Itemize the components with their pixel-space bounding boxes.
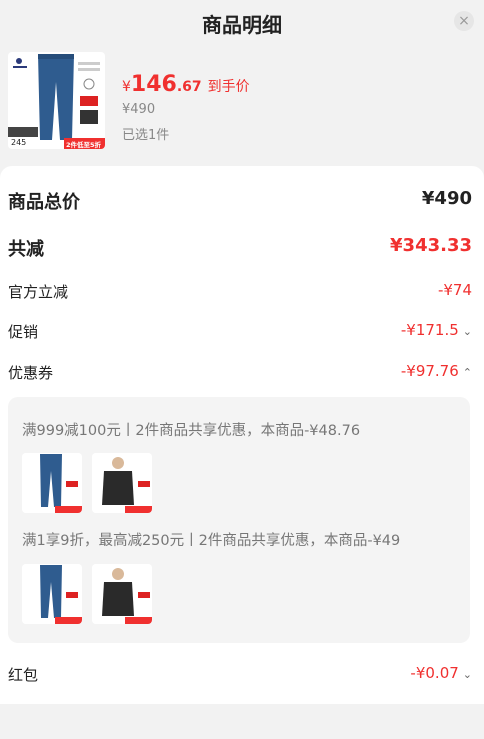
price-tag: 到手价 (207, 79, 250, 95)
price-breakdown-card: 商品总价 ¥490 共减 ¥343.33 官方立减 -¥74 促销 -¥171.… (0, 166, 484, 704)
price-decimal: .67 (176, 79, 202, 95)
product-summary: 245 2件低至5折 ¥146.67 到手价 ¥490 已选1件 (0, 44, 484, 154)
original-price: ¥490 (122, 102, 156, 117)
coupon-1-text: 满999减100元丨2件商品共享优惠，本商品-¥48.76 (22, 423, 361, 439)
red-packet-label: 红包 (8, 666, 39, 684)
total-reduction-label: 共减 (8, 239, 44, 260)
thumbnail-promo: 2件低至5折 (66, 141, 102, 149)
close-icon[interactable]: × (454, 11, 474, 31)
coupon-value-group[interactable]: -¥97.76 ⌃ (401, 362, 472, 380)
total-reduction-row: 共减 ¥343.33 (8, 235, 472, 261)
coupon-2-text: 满1享9折，最高减250元丨2件商品共享优惠，本商品-¥49 (22, 533, 401, 549)
promotion-value-group[interactable]: -¥171.5 ⌄ (401, 321, 472, 339)
red-packet-row[interactable]: 红包 -¥0.07 ⌄ (8, 664, 472, 686)
coupon-2-product-jeans[interactable] (22, 564, 82, 624)
chevron-down-icon[interactable]: ⌄ (463, 668, 472, 681)
total-price-row: 商品总价 ¥490 (8, 188, 472, 214)
product-thumbnail[interactable]: 245 2件低至5折 (8, 52, 105, 149)
coupon-label: 优惠券 (8, 364, 54, 382)
thumbnail-price: 245 (11, 138, 27, 147)
coupon-1-product-tshirt[interactable] (92, 453, 152, 513)
total-reduction-value: ¥343.33 (390, 235, 472, 256)
currency-symbol: ¥ (122, 79, 131, 95)
promotion-value: -¥171.5 (400, 321, 459, 339)
price-integer: 146 (130, 72, 177, 97)
total-price-value: ¥490 (421, 188, 472, 209)
coupon-detail-panel: 满999减100元丨2件商品共享优惠，本商品-¥48.76 满1享9折，最高减2… (8, 397, 470, 643)
product-detail-sheet: 商品明细 × 245 2件低至5折 ¥146.67 到手价 ¥490 已选1件 … (0, 0, 484, 739)
total-price-label: 商品总价 (8, 192, 80, 213)
selected-count: 已选1件 (122, 128, 170, 143)
official-discount-value: -¥74 (437, 281, 472, 299)
chevron-down-icon[interactable]: ⌄ (463, 325, 472, 338)
coupon-row[interactable]: 优惠券 -¥97.76 ⌃ (8, 362, 472, 384)
coupon-1-product-jeans[interactable] (22, 453, 82, 513)
red-packet-value: -¥0.07 (410, 664, 459, 682)
final-price: ¥146.67 到手价 (122, 72, 250, 97)
coupon-2-product-tshirt[interactable] (92, 564, 152, 624)
official-discount-label: 官方立减 (8, 283, 69, 301)
promotion-label: 促销 (8, 323, 39, 341)
chevron-up-icon[interactable]: ⌃ (463, 366, 472, 379)
official-discount-row: 官方立减 -¥74 (8, 281, 472, 303)
promotion-row[interactable]: 促销 -¥171.5 ⌄ (8, 321, 472, 343)
page-title: 商品明细 (202, 13, 282, 37)
coupon-value: -¥97.76 (400, 362, 459, 380)
red-packet-value-group[interactable]: -¥0.07 ⌄ (410, 664, 472, 682)
header: 商品明细 × (0, 0, 484, 44)
